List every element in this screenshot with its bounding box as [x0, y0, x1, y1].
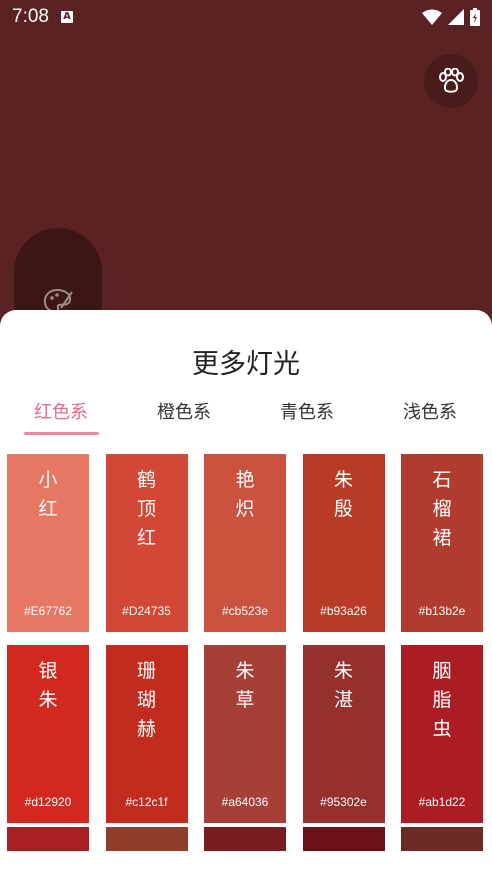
color-card-hex: #b13b2e — [418, 604, 466, 618]
color-card[interactable]: 小红 #E67762 — [7, 454, 89, 632]
color-card-hex: #95302e — [320, 795, 367, 809]
color-card-hex: #cb523e — [221, 604, 269, 618]
color-card[interactable] — [401, 827, 483, 851]
tab-cyan[interactable]: 青色系 — [257, 398, 357, 424]
color-card-name: 艳炽 — [235, 469, 255, 520]
color-card-name: 朱湛 — [333, 660, 353, 711]
color-card[interactable]: 胭脂虫 #ab1d22 — [401, 645, 483, 823]
tab-red[interactable]: 红色系 — [11, 398, 111, 424]
color-card-hex: #a64036 — [221, 795, 269, 809]
color-card-hex: #E67762 — [23, 604, 73, 618]
paw-icon — [439, 68, 464, 93]
color-card-name: 鹤顶红 — [136, 469, 156, 549]
tab-light[interactable]: 浅色系 — [380, 398, 480, 424]
signal-icon — [448, 9, 464, 25]
color-card-name: 银朱 — [38, 660, 58, 711]
color-card-hex: #b93a26 — [320, 604, 367, 618]
color-card[interactable]: 珊瑚赫 #c12c1f — [105, 645, 188, 823]
active-tab-indicator — [24, 432, 99, 435]
notification-a-icon: A — [60, 11, 73, 23]
color-card-hex: #D24735 — [122, 604, 171, 618]
color-card[interactable]: 石榴裙 #b13b2e — [401, 454, 483, 632]
color-card[interactable]: 朱殷 #b93a26 — [302, 454, 385, 632]
color-card[interactable]: 银朱 #d12920 — [7, 645, 89, 823]
more-lights-sheet: 更多灯光 红色系 橙色系 青色系 浅色系 小红 #E67762 鹤顶红 #D24735… — [0, 310, 492, 874]
color-card-name: 朱殷 — [333, 469, 353, 520]
status-bar: 7:08 A — [0, 0, 492, 34]
sheet-title: 更多灯光 — [192, 349, 300, 380]
status-time: 7:08 — [12, 6, 49, 27]
color-card-name: 珊瑚赫 — [136, 660, 156, 740]
color-card-hex: #d12920 — [24, 795, 72, 809]
tab-orange[interactable]: 橙色系 — [134, 398, 234, 424]
color-family-tabs: 红色系 橙色系 青色系 浅色系 — [0, 398, 492, 438]
wifi-icon — [422, 9, 442, 25]
color-card-name: 石榴裙 — [432, 469, 452, 549]
color-card-name: 小红 — [38, 469, 58, 520]
color-card-hex: #ab1d22 — [418, 795, 466, 809]
color-card-hex: #c12c1f — [125, 795, 168, 809]
paw-button[interactable] — [424, 54, 478, 108]
color-card[interactable]: 艳炽 #cb523e — [204, 454, 286, 632]
color-card-name: 朱草 — [235, 660, 255, 711]
color-card[interactable]: 朱湛 #95302e — [302, 645, 385, 823]
color-card[interactable]: 鹤顶红 #D24735 — [105, 454, 188, 632]
color-card-name: 胭脂虫 — [432, 660, 452, 740]
color-card[interactable]: 朱草 #a64036 — [204, 645, 286, 823]
color-card[interactable] — [7, 827, 89, 851]
color-card[interactable] — [302, 827, 385, 851]
color-card[interactable] — [105, 827, 188, 851]
color-card[interactable] — [204, 827, 286, 851]
battery-icon — [470, 8, 480, 26]
